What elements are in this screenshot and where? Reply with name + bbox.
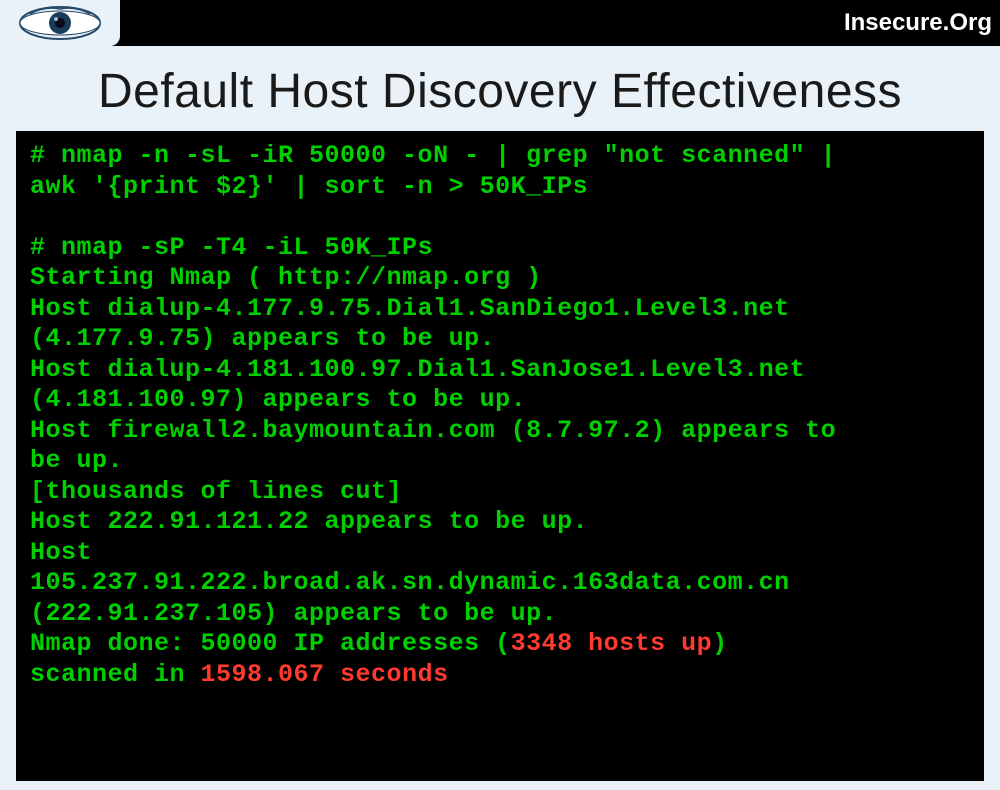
terminal-line: (4.181.100.97) appears to be up. [30, 385, 526, 414]
terminal-line: ) [712, 629, 728, 658]
terminal-line: Host 222.91.121.22 appears to be up. [30, 507, 588, 536]
terminal-line: Host dialup-4.181.100.97.Dial1.SanJose1.… [30, 355, 805, 384]
slide-title: Default Host Discovery Effectiveness [12, 64, 988, 119]
terminal-line: Nmap done: 50000 IP addresses ( [30, 629, 511, 658]
terminal-line: # nmap -sP -T4 -iL 50K_IPs [30, 233, 433, 262]
scan-duration: 1598.067 seconds [201, 660, 449, 689]
header-bar: Insecure.Org [0, 0, 1000, 46]
terminal-line: (4.177.9.75) appears to be up. [30, 324, 495, 353]
terminal-line: [thousands of lines cut] [30, 477, 402, 506]
terminal-line: Starting Nmap ( http://nmap.org ) [30, 263, 542, 292]
brand-name: Insecure.Org [844, 9, 992, 37]
terminal-line: 105.237.91.222.broad.ak.sn.dynamic.163da… [30, 568, 790, 597]
terminal-line: # nmap -n -sL -iR 50000 -oN - | grep "no… [30, 141, 836, 170]
terminal-line: Host dialup-4.177.9.75.Dial1.SanDiego1.L… [30, 294, 790, 323]
eye-logo [0, 0, 120, 46]
terminal-line: be up. [30, 446, 123, 475]
hosts-up-count: 3348 hosts up [511, 629, 713, 658]
terminal-line: awk '{print $2}' | sort -n > 50K_IPs [30, 172, 588, 201]
terminal-line: Host firewall2.baymountain.com (8.7.97.2… [30, 416, 836, 445]
slide-body: Default Host Discovery Effectiveness # n… [0, 46, 1000, 781]
terminal-output: # nmap -n -sL -iR 50000 -oN - | grep "no… [16, 131, 984, 781]
terminal-line: Host [30, 538, 92, 567]
terminal-line: (222.91.237.105) appears to be up. [30, 599, 557, 628]
terminal-line: scanned in [30, 660, 201, 689]
